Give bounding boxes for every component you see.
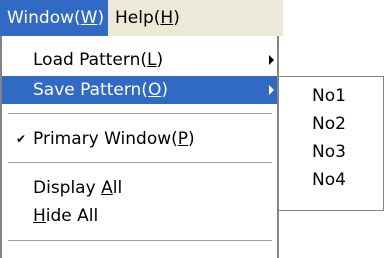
hide-all-accel: H — [33, 206, 46, 226]
menu-item-load-pattern[interactable]: Load Pattern(L) — [2, 46, 277, 74]
submenu-item-no1[interactable]: No1 — [279, 83, 383, 110]
hide-all-rest: ide All — [45, 206, 99, 226]
menubar: Window(W) Help(H) — [0, 0, 283, 36]
primary-window-accel: P — [177, 129, 189, 149]
save-pattern-accel: O — [147, 80, 162, 100]
save-pattern-label: Save Pattern( — [33, 80, 148, 100]
submenu-item-no3[interactable]: No3 — [279, 139, 383, 166]
menu-item-save-pattern[interactable]: Save Pattern(O) — [2, 76, 277, 104]
menu-window[interactable]: Window(W) — [0, 0, 108, 36]
menu-help-close: ) — [173, 8, 180, 28]
menu-help[interactable]: Help(H) — [108, 0, 187, 36]
menu-item-hide-all[interactable]: Hide All — [2, 202, 277, 230]
submenu-arrow-icon — [269, 55, 274, 65]
menu-window-accel: W — [80, 8, 98, 28]
menu-help-accel: H — [160, 8, 174, 28]
primary-window-close: ) — [188, 129, 195, 149]
menu-help-label: Help( — [115, 8, 161, 28]
display-all-label: Display — [33, 178, 102, 198]
menu-separator — [8, 162, 272, 164]
submenu-item-no4[interactable]: No4 — [279, 167, 383, 194]
save-pattern-close: ) — [161, 80, 168, 100]
display-all-accel: A — [101, 178, 113, 198]
checkmark-icon: ✔ — [16, 132, 27, 146]
save-pattern-submenu: No1 No2 No3 No4 — [278, 76, 384, 211]
menu-separator — [8, 113, 272, 115]
load-pattern-label: Load Pattern( — [33, 50, 147, 70]
load-pattern-close: ) — [156, 50, 164, 70]
submenu-arrow-icon — [269, 85, 274, 95]
primary-window-label: Primary Window( — [33, 129, 178, 149]
menu-window-close: ) — [97, 8, 105, 28]
menu-item-primary-window[interactable]: ✔ Primary Window(P) — [2, 125, 277, 153]
menu-separator — [8, 240, 272, 242]
menu-window-label: Window( — [7, 8, 81, 28]
display-all-rest: ll — [112, 178, 123, 198]
menu-item-display-all[interactable]: Display All — [2, 174, 277, 202]
submenu-item-no2[interactable]: No2 — [279, 111, 383, 138]
